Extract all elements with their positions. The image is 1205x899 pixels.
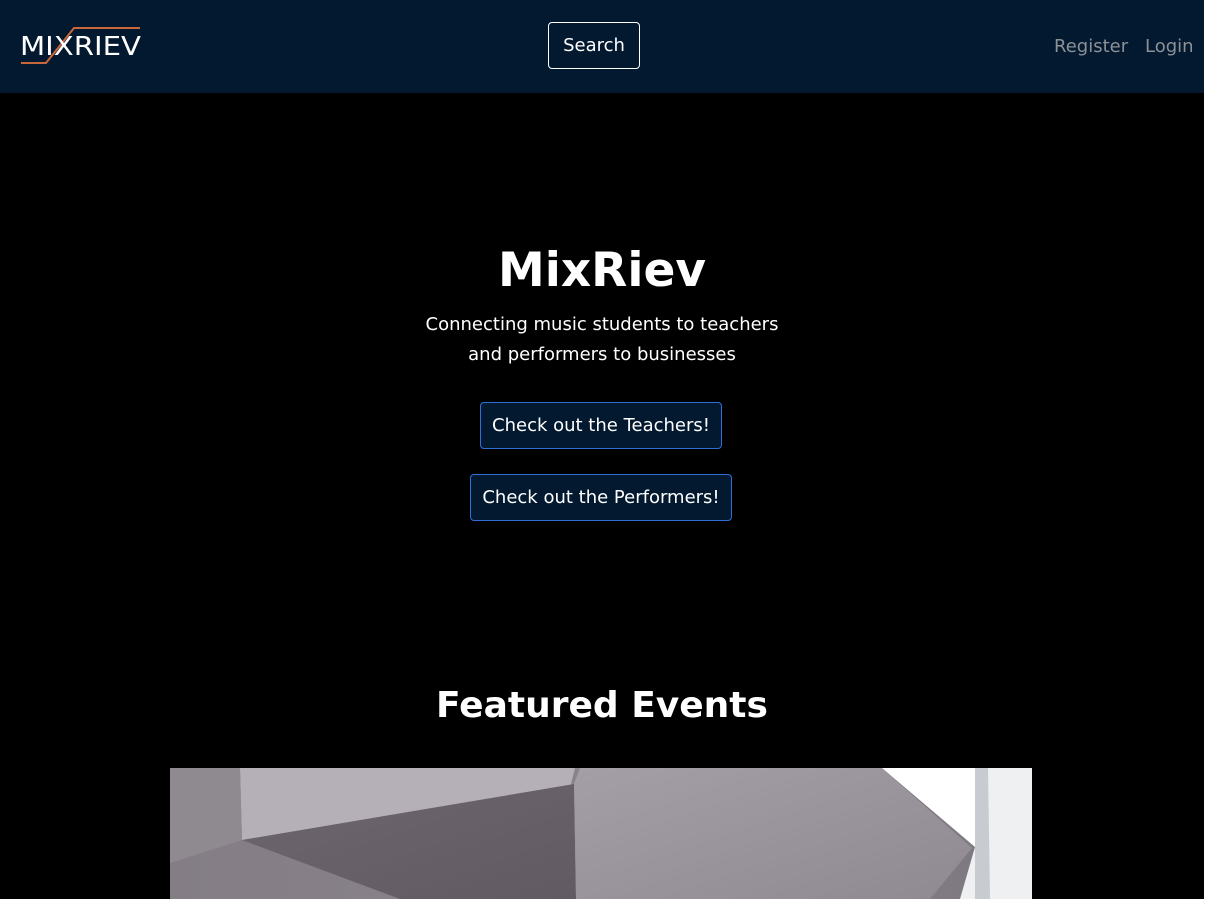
- teachers-button[interactable]: Check out the Teachers!: [480, 402, 722, 449]
- performers-button[interactable]: Check out the Performers!: [470, 474, 732, 521]
- login-link[interactable]: Login: [1145, 33, 1194, 61]
- logo[interactable]: MIXRIEV: [20, 26, 142, 64]
- featured-event-image[interactable]: [170, 768, 1032, 899]
- page: MIXRIEV Search Register Login MixRiev Co…: [0, 0, 1204, 899]
- featured-events-title: Featured Events: [436, 685, 768, 726]
- hero-subtitle-line-2: and performers to businesses: [468, 344, 736, 365]
- svg-text:MIXRIEV: MIXRIEV: [20, 32, 141, 62]
- navbar: MIXRIEV Search Register Login: [0, 0, 1204, 93]
- hero-subtitle-line-1: Connecting music students to teachers: [425, 314, 779, 335]
- register-link[interactable]: Register: [1054, 33, 1128, 61]
- featured-event-photo: [170, 768, 1032, 899]
- hero-title: MixRiev: [497, 243, 706, 298]
- logo-mark: MIXRIEV: [20, 27, 141, 64]
- search-button[interactable]: Search: [548, 22, 640, 69]
